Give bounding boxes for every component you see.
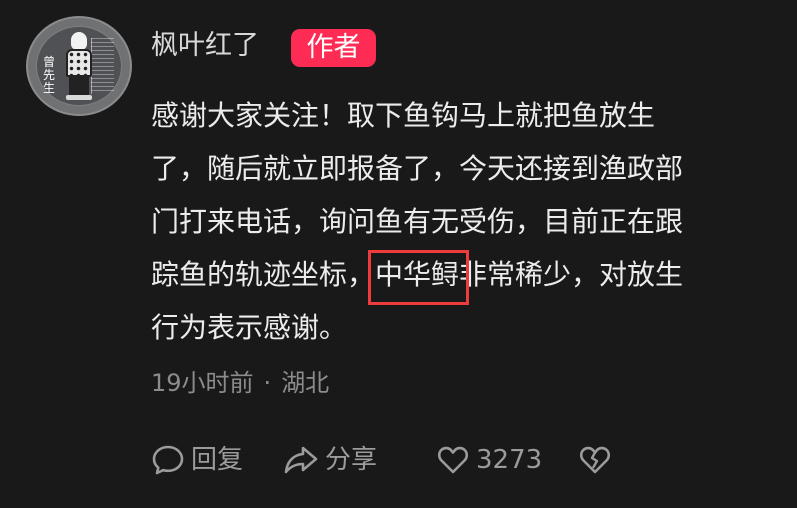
comment-text: 感谢大家关注！取下鱼钩马上就把鱼放生 了，随后就立即报备了，今天还接到渔政部 门… bbox=[151, 89, 777, 354]
like-button[interactable]: 3273 bbox=[436, 438, 578, 482]
avatar-decoration bbox=[91, 38, 114, 94]
like-count: 3273 bbox=[476, 445, 543, 475]
comment-location: 湖北 bbox=[281, 369, 330, 397]
heart-icon bbox=[437, 446, 469, 474]
share-button[interactable]: 分享 bbox=[283, 438, 436, 482]
author-badge: 作者 bbox=[291, 29, 376, 67]
share-label: 分享 bbox=[325, 445, 378, 475]
avatar-figure-feet bbox=[66, 95, 92, 100]
reply-button[interactable]: 回复 bbox=[151, 438, 283, 482]
avatar[interactable]: 曾先生 bbox=[26, 16, 132, 116]
author-name[interactable]: 枫叶红了 bbox=[151, 28, 259, 64]
share-arrow-icon bbox=[284, 446, 318, 474]
avatar-figure-body bbox=[66, 49, 92, 77]
comment-line-2: 了，随后就立即报备了，今天还接到渔政部 bbox=[151, 152, 684, 185]
broken-heart-icon bbox=[579, 446, 611, 474]
comment-item: 曾先生 枫叶红了 作者 感谢大家关注！取下鱼钩马上就把鱼放生 了，随后就立即报备… bbox=[0, 0, 797, 508]
avatar-figure-legs bbox=[69, 76, 89, 96]
highlighted-phrase: 中华鲟 bbox=[368, 248, 470, 305]
avatar-figure-head bbox=[71, 32, 87, 50]
comment-line-5: 行为表示感谢。 bbox=[151, 311, 348, 344]
comment-time: 19小时前 bbox=[151, 369, 254, 397]
dislike-button[interactable] bbox=[578, 443, 612, 477]
comment-line-4: 踪鱼的轨迹坐标，中华鲟非常稀少，对放生 bbox=[151, 248, 777, 305]
reply-label: 回复 bbox=[191, 445, 244, 475]
comment-meta: 19小时前 · 湖北 bbox=[151, 366, 329, 400]
comment-line-3: 门打来电话，询问鱼有无受伤，目前正在跟 bbox=[151, 205, 684, 238]
comment-line-4-end: 非常稀少，对放生 bbox=[459, 258, 684, 291]
speech-bubble-icon bbox=[152, 445, 184, 475]
comment-line-4-start: 踪鱼的轨迹坐标， bbox=[151, 258, 376, 291]
avatar-text: 曾先生 bbox=[42, 55, 55, 95]
comment-line-1: 感谢大家关注！取下鱼钩马上就把鱼放生 bbox=[151, 99, 656, 132]
meta-separator: · bbox=[263, 369, 272, 397]
comment-actions: 回复 分享 3273 bbox=[151, 438, 612, 482]
